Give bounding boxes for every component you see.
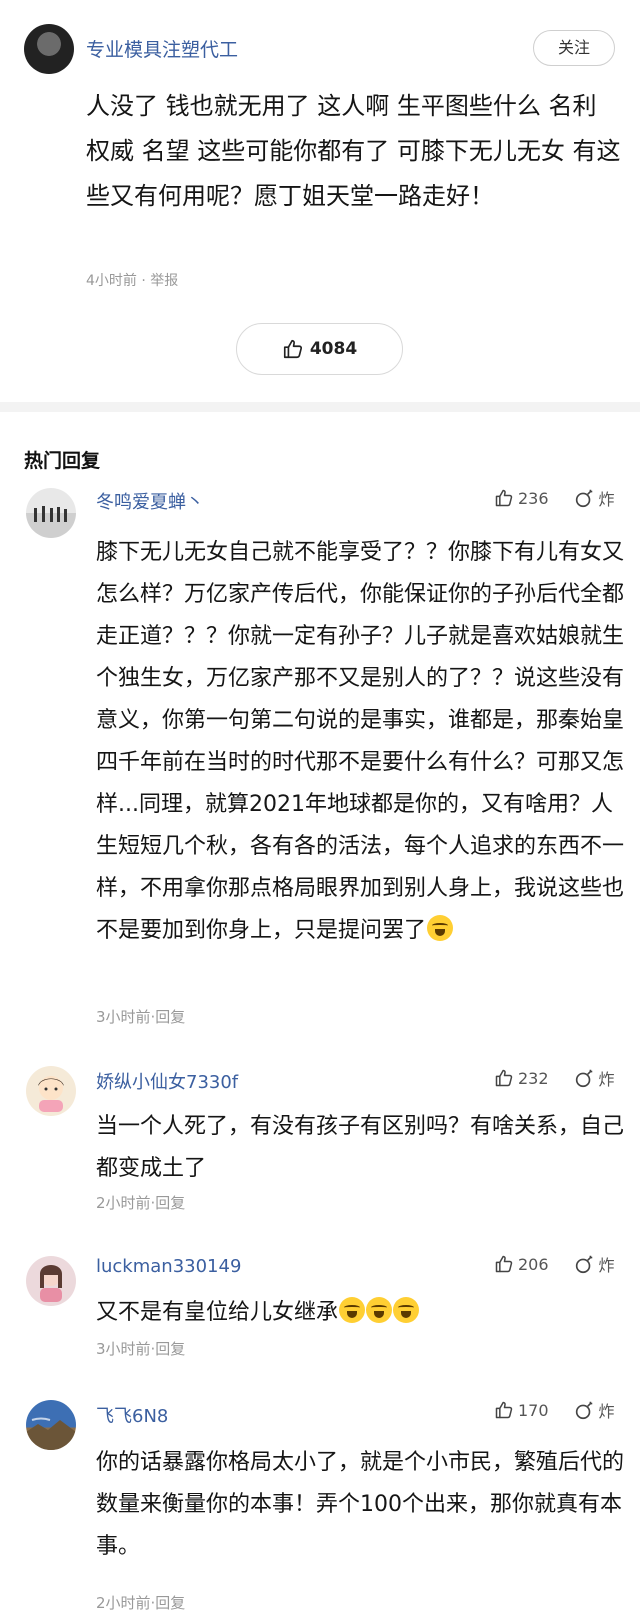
reply-username[interactable]: 飞飞6N8: [96, 1402, 168, 1428]
reply-meta[interactable]: 2小时前·回复: [96, 1192, 185, 1213]
reply-like-count: 236: [518, 488, 549, 508]
reply-like-count: 232: [518, 1068, 549, 1088]
bomb-icon[interactable]: [573, 487, 595, 509]
main-comment: 专业模具注塑代工 关注 人没了 钱也就无用了 这人啊 生平图些什么 名利 权威 …: [0, 0, 640, 402]
reply-username[interactable]: 娇纵小仙女7330f: [96, 1068, 238, 1094]
main-avatar[interactable]: [24, 24, 74, 74]
reply-like-count: 170: [518, 1400, 549, 1420]
reply-text: 当一个人死了，有没有孩子有区别吗？有啥关系，自己都变成土了: [96, 1114, 625, 1181]
reply-actions: 206 炸: [494, 1252, 615, 1276]
bomb-icon[interactable]: [573, 1253, 595, 1275]
main-comment-meta: 4小时前 · 举报: [86, 270, 178, 290]
bomb-label[interactable]: 炸: [599, 1398, 615, 1422]
reply-username[interactable]: luckman330149: [96, 1256, 241, 1277]
bomb-icon[interactable]: [573, 1399, 595, 1421]
hot-replies-title: 热门回复: [24, 450, 101, 472]
reply-avatar[interactable]: [26, 1400, 76, 1450]
laugh-cry-emoji-icon: [427, 915, 454, 941]
reply-username[interactable]: 冬鸣爱夏蝉丶: [96, 488, 204, 514]
bomb-label[interactable]: 炸: [599, 1066, 615, 1090]
report-link[interactable]: 举报: [150, 273, 178, 289]
laugh-cry-emoji-icon: [339, 1297, 366, 1323]
reply-avatar[interactable]: [26, 488, 76, 538]
reply-avatar[interactable]: [26, 1256, 76, 1306]
thumbs-up-icon[interactable]: [494, 1254, 514, 1274]
laugh-cry-emoji-icon: [366, 1297, 393, 1323]
thumbs-up-icon[interactable]: [494, 1068, 514, 1088]
thumbs-up-icon[interactable]: [494, 1400, 514, 1420]
thumbs-up-icon[interactable]: [494, 488, 514, 508]
follow-button[interactable]: 关注: [533, 30, 615, 66]
bomb-label[interactable]: 炸: [599, 1252, 615, 1276]
main-username[interactable]: 专业模具注塑代工: [86, 35, 238, 62]
reply-text: 又不是有皇位给儿女继承: [96, 1292, 626, 1334]
main-like-button[interactable]: 4084: [236, 323, 403, 375]
reply-avatar[interactable]: [26, 1066, 76, 1116]
reply-like-count: 206: [518, 1254, 549, 1274]
reply-actions: 232 炸: [494, 1066, 615, 1090]
bomb-icon[interactable]: [573, 1067, 595, 1089]
main-comment-time: 4小时前: [86, 273, 137, 289]
section-divider: [0, 402, 640, 412]
thumbs-up-icon: [282, 338, 304, 360]
main-like-count: 4084: [309, 339, 358, 359]
reply-meta[interactable]: 3小时前·回复: [96, 1006, 185, 1027]
reply-text: 膝下无儿无女自己就不能享受了？？你膝下有儿有女又怎么样？万亿家产传后代，你能保证…: [96, 532, 626, 952]
reply-actions: 170 炸: [494, 1398, 615, 1422]
reply-text: 你的话暴露你格局太小了，就是个小市民，繁殖后代的数量来衡量你的本事！弄个100个…: [96, 1450, 625, 1559]
meta-dot: ·: [141, 273, 151, 289]
laugh-cry-emoji-icon: [393, 1297, 420, 1323]
reply-meta[interactable]: 3小时前·回复: [96, 1338, 185, 1359]
reply-actions: 236 炸: [494, 486, 615, 510]
main-comment-text: 人没了 钱也就无用了 这人啊 生平图些什么 名利 权威 名望 这些可能你都有了 …: [86, 92, 621, 210]
reply-text-content: 又不是有皇位给儿女继承: [96, 1300, 339, 1325]
bomb-label[interactable]: 炸: [599, 486, 615, 510]
reply-text-content: 膝下无儿无女自己就不能享受了？？你膝下有儿有女又怎么样？万亿家产传后代，你能保证…: [96, 540, 625, 943]
reply-meta[interactable]: 2小时前·回复: [96, 1592, 185, 1613]
